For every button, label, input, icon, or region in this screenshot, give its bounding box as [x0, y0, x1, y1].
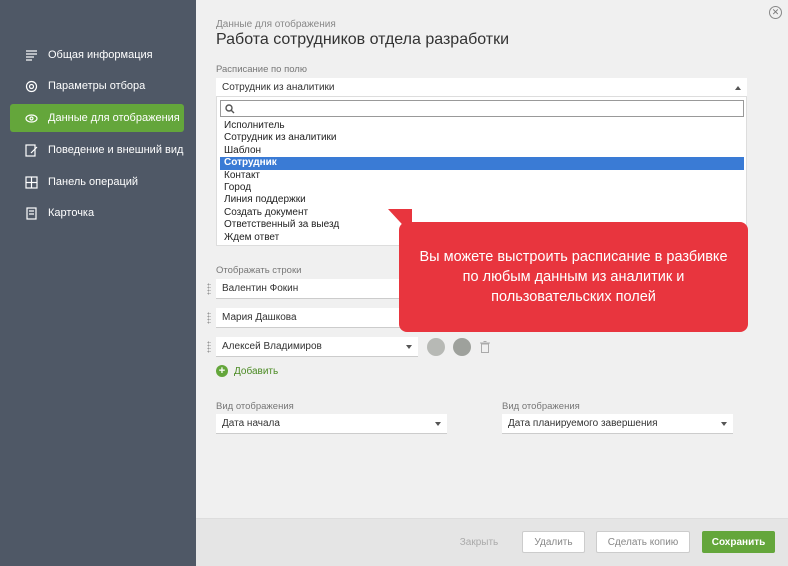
schedule-select-value: Сотрудник из аналитики: [222, 82, 335, 93]
page-title: Работа сотрудников отдела разработки: [216, 31, 510, 48]
chevron-down-icon: [406, 345, 412, 349]
color-picker-button[interactable]: [427, 338, 445, 356]
sidebar-item-label: Данные для отображения: [48, 112, 180, 124]
search-icon: [225, 104, 235, 114]
dropdown-option[interactable]: Контакт: [220, 170, 744, 182]
sidebar-item-operations-panel[interactable]: Панель операций: [10, 168, 184, 196]
sidebar: Общая информация Параметры отбора Данные…: [0, 0, 196, 566]
dropdown-option-selected[interactable]: Сотрудник: [220, 157, 744, 170]
schedule-select[interactable]: Сотрудник из аналитики: [216, 78, 747, 98]
sidebar-item-filter[interactable]: Параметры отбора: [10, 72, 184, 100]
row-select[interactable]: Алексей Владимиров: [216, 337, 418, 357]
sidebar-item-label: Карточка: [48, 207, 95, 219]
dropdown-option[interactable]: Линия поддержки: [220, 194, 744, 206]
schedule-label: Расписание по полю: [216, 64, 307, 75]
chevron-up-icon: [735, 86, 741, 90]
dropdown-search-input[interactable]: [220, 100, 744, 117]
view-start-select[interactable]: Дата начала: [216, 414, 447, 434]
page-subtitle: Данные для отображения: [216, 19, 336, 30]
list-icon: [24, 48, 38, 62]
drag-handle-icon[interactable]: [207, 341, 211, 353]
chevron-down-icon: [721, 422, 727, 426]
delete-button[interactable]: Удалить: [522, 531, 585, 553]
add-row-button[interactable]: + Добавить: [216, 365, 278, 377]
gear-icon: [24, 79, 38, 93]
close-icon[interactable]: ✕: [769, 6, 782, 19]
sidebar-item-label: Параметры отбора: [48, 80, 146, 92]
view-start-label: Вид отображения: [216, 401, 294, 412]
eye-icon: [24, 111, 38, 125]
copy-button[interactable]: Сделать копию: [596, 531, 690, 553]
view-end-select[interactable]: Дата планируемого завершения: [502, 414, 733, 434]
dropdown-option[interactable]: Сотрудник из аналитики: [220, 132, 744, 144]
plus-icon: +: [216, 365, 228, 377]
row-select[interactable]: Валентин Фокин: [216, 279, 418, 299]
sidebar-item-label: Панель операций: [48, 176, 139, 188]
sidebar-item-general[interactable]: Общая информация: [10, 41, 184, 69]
trash-icon[interactable]: [480, 341, 490, 353]
drag-handle-icon[interactable]: [207, 283, 211, 295]
dropdown-option[interactable]: Исполнитель: [220, 120, 744, 132]
drag-handle-icon[interactable]: [207, 312, 211, 324]
close-button[interactable]: Закрыть: [452, 531, 506, 553]
card-icon: [24, 206, 38, 220]
sidebar-item-label: Общая информация: [48, 49, 153, 61]
view-end-label: Вид отображения: [502, 401, 580, 412]
info-callout: Вы можете выстроить расписание в разбивк…: [399, 222, 748, 332]
chevron-down-icon: [435, 422, 441, 426]
callout-text: Вы можете выстроить расписание в разбивк…: [419, 249, 728, 305]
sidebar-item-label: Поведение и внешний вид: [48, 144, 184, 156]
view-end-value: Дата планируемого завершения: [508, 418, 658, 429]
sidebar-item-behavior[interactable]: Поведение и внешний вид: [10, 136, 184, 164]
dropdown-option[interactable]: Город: [220, 182, 744, 194]
row-select-value: Валентин Фокин: [222, 283, 299, 294]
sidebar-item-display-data[interactable]: Данные для отображения: [10, 104, 184, 132]
dropdown-option[interactable]: Создать документ: [220, 207, 744, 219]
grid-icon: [24, 175, 38, 189]
dropdown-option[interactable]: Шаблон: [220, 145, 744, 157]
rows-label: Отображать строки: [216, 265, 302, 276]
save-button[interactable]: Сохранить: [702, 531, 775, 553]
add-row-label: Добавить: [234, 365, 279, 377]
row-select-value: Мария Дашкова: [222, 312, 297, 323]
color-picker-button[interactable]: [453, 338, 471, 356]
row-select-value: Алексей Владимиров: [222, 341, 322, 352]
edit-icon: [24, 143, 38, 157]
sidebar-item-card[interactable]: Карточка: [10, 199, 184, 227]
view-start-value: Дата начала: [222, 418, 280, 429]
row-select[interactable]: Мария Дашкова: [216, 308, 418, 328]
